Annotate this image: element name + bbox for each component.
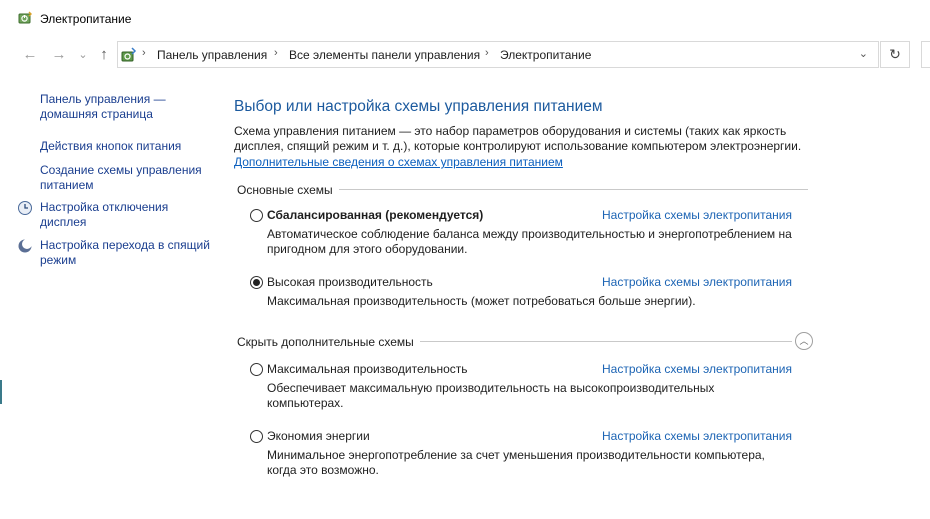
- plan-name-ultimate[interactable]: Максимальная производительность: [267, 362, 468, 376]
- plan-settings-link-power-saver[interactable]: Настройка схемы электропитания: [602, 429, 792, 443]
- sidebar-item-sleep[interactable]: Настройка перехода в спящий режим: [40, 238, 210, 268]
- plan-desc-balanced: Автоматическое соблюдение баланса между …: [267, 227, 792, 256]
- recent-locations-button[interactable]: ⌄: [75, 46, 91, 64]
- power-options-icon: [18, 11, 32, 24]
- sidebar-item-power-buttons[interactable]: Действия кнопок питания: [40, 139, 210, 154]
- forward-button[interactable]: →: [51, 46, 67, 64]
- address-dropdown-icon[interactable]: ⌄: [859, 47, 868, 60]
- display-off-icon: [18, 201, 32, 215]
- breadcrumb-all-items[interactable]: Все элементы панели управления: [289, 48, 480, 62]
- search-box[interactable]: [921, 41, 930, 68]
- sidebar-item-create-plan[interactable]: Создание схемы управления питанием: [40, 163, 210, 193]
- collapse-chevron-up-icon[interactable]: ︿: [795, 332, 813, 350]
- page-title: Выбор или настройка схемы управления пит…: [234, 98, 603, 115]
- plan-name-high-performance[interactable]: Высокая производительность: [267, 275, 433, 289]
- plan-desc-power-saver: Минимальное энергопотребление за счет ум…: [267, 448, 765, 477]
- breadcrumb-separator: ›: [485, 47, 489, 59]
- plan-name-power-saver[interactable]: Экономия энергии: [267, 429, 370, 443]
- plan-radio-power-saver[interactable]: [250, 430, 263, 443]
- page-description: Схема управления питанием — это набор па…: [234, 124, 802, 153]
- more-info-link[interactable]: Дополнительные сведения о схемах управле…: [234, 155, 563, 169]
- breadcrumb-separator: ›: [142, 47, 146, 59]
- plan-desc-high-performance: Максимальная производительность (может п…: [267, 294, 696, 308]
- hide-additional-plans-label[interactable]: Скрыть дополнительные схемы: [237, 335, 420, 349]
- plan-settings-link-ultimate[interactable]: Настройка схемы электропитания: [602, 362, 792, 376]
- address-bar[interactable]: › Панель управления › Все элементы панел…: [117, 41, 879, 68]
- refresh-button[interactable]: ↻: [880, 41, 910, 68]
- basic-plans-label: Основные схемы: [237, 183, 339, 197]
- sidebar-item-display-off[interactable]: Настройка отключения дисплея: [40, 200, 210, 230]
- window-edge-accent: [0, 380, 2, 404]
- plan-desc-ultimate: Обеспечивает максимальную производительн…: [267, 381, 715, 410]
- plan-radio-balanced[interactable]: [250, 209, 263, 222]
- window-title: Электропитание: [40, 12, 132, 26]
- plan-radio-high-performance[interactable]: [250, 276, 263, 289]
- back-button[interactable]: ←: [22, 46, 38, 64]
- sidebar-item-home[interactable]: Панель управления — домашняя страница: [40, 92, 210, 122]
- up-button[interactable]: ↑: [96, 46, 112, 64]
- breadcrumb-control-panel[interactable]: Панель управления: [157, 48, 267, 62]
- sleep-moon-icon: [18, 239, 32, 253]
- title-bar: Электропитание: [0, 0, 930, 38]
- breadcrumb-power-options[interactable]: Электропитание: [500, 48, 591, 62]
- breadcrumb-separator: ›: [274, 47, 278, 59]
- control-panel-icon: [121, 47, 137, 62]
- plan-name-balanced[interactable]: Сбалансированная (рекомендуется): [267, 208, 483, 222]
- plan-radio-ultimate[interactable]: [250, 363, 263, 376]
- plan-settings-link-balanced[interactable]: Настройка схемы электропитания: [602, 208, 792, 222]
- plan-settings-link-high-performance[interactable]: Настройка схемы электропитания: [602, 275, 792, 289]
